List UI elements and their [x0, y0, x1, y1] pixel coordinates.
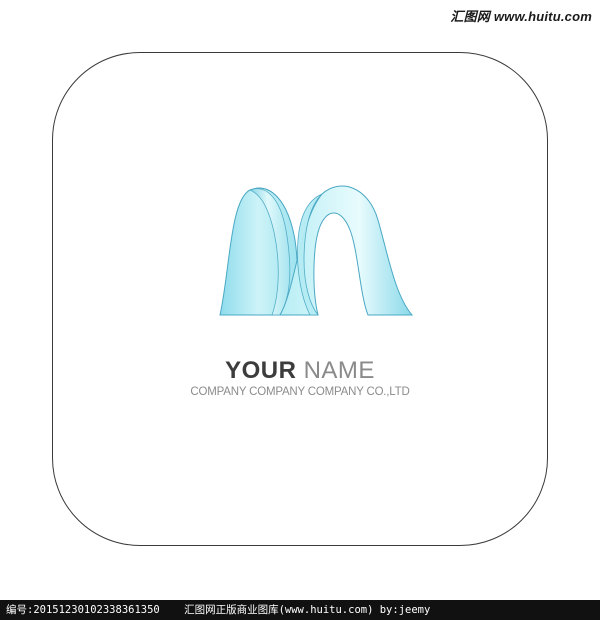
- brand-name-word-1: YOUR: [225, 357, 297, 384]
- image-serial: 编号:20151230102338361350: [6, 604, 160, 616]
- copyright-notice: 汇图网正版商业图库(www.huitu.com) by:jeemy: [184, 604, 431, 616]
- brand-name: YOUR NAME: [0, 356, 600, 386]
- ribbon-m-logo-icon: [219, 185, 414, 316]
- company-tagline: COMPANY COMPANY COMPANY CO.,LTD: [190, 386, 410, 398]
- brand-name-word-2: NAME: [303, 357, 375, 384]
- footer-bar: 编号:20151230102338361350 汇图网正版商业图库(www.hu…: [0, 600, 600, 620]
- site-watermark: 汇图网 www.huitu.com: [450, 9, 592, 24]
